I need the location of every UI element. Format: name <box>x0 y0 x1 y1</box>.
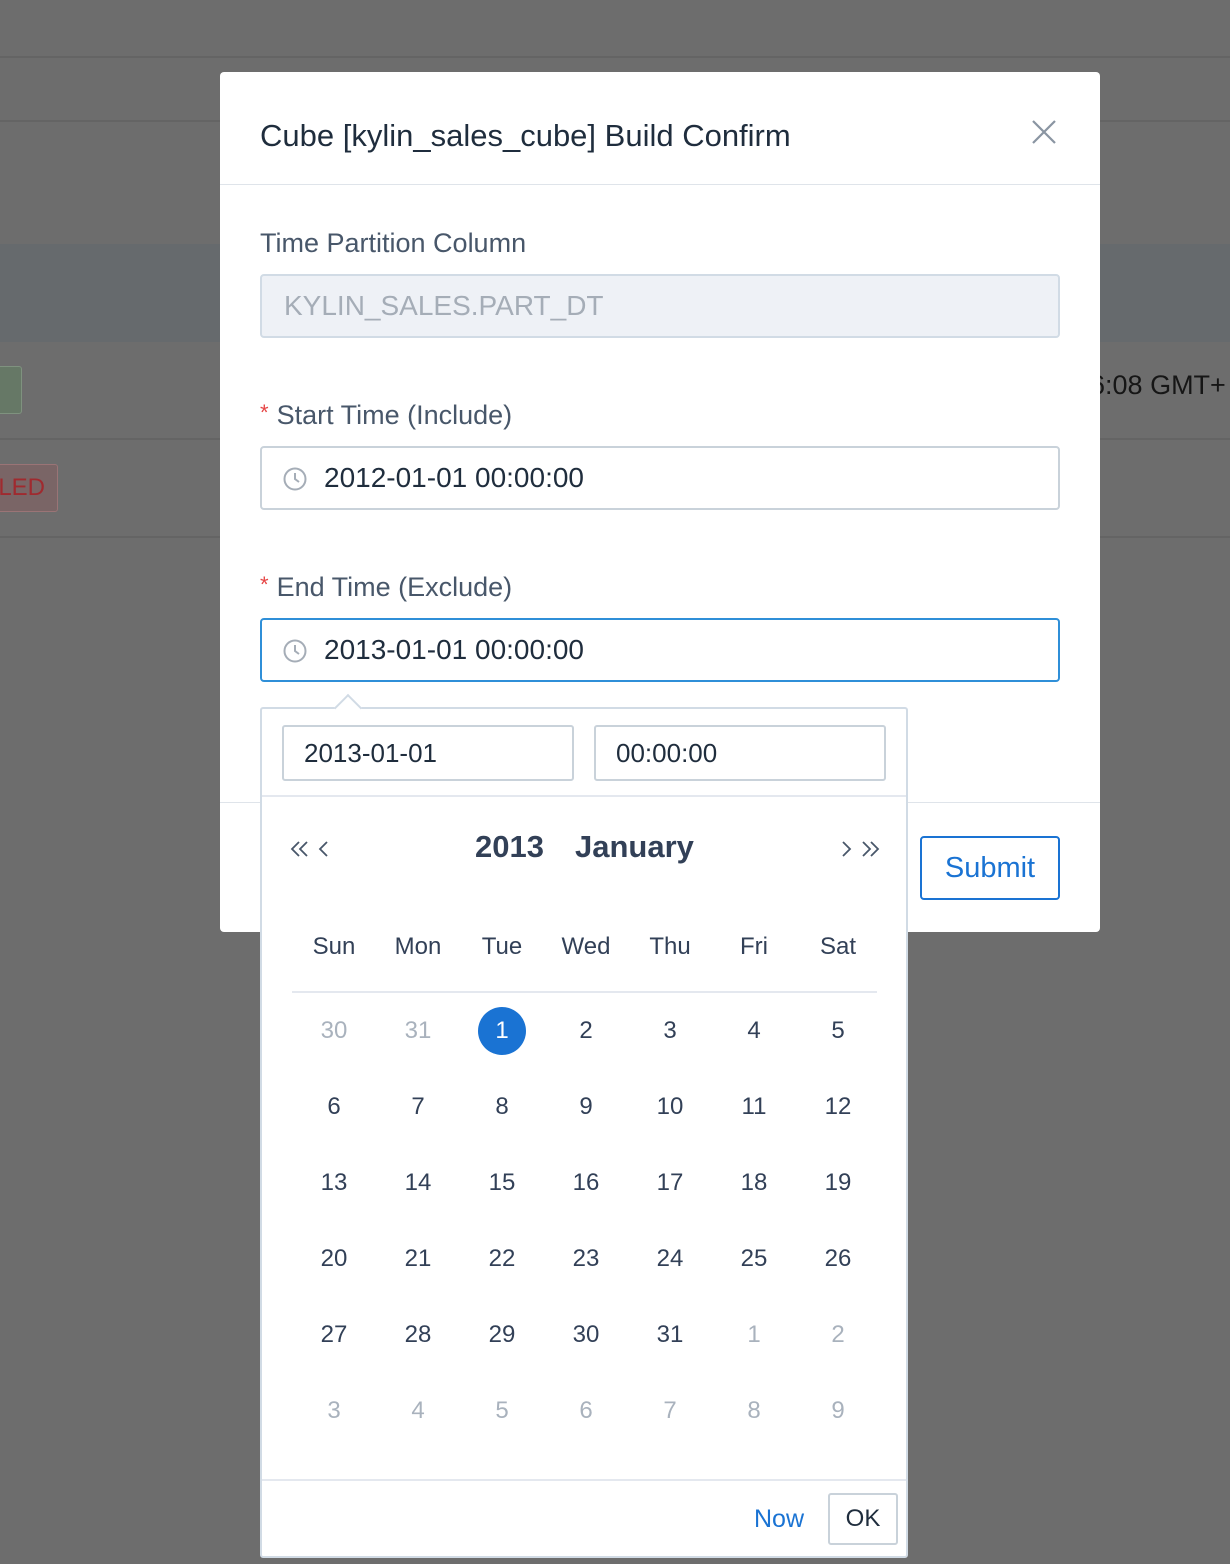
weekday-label: Sun <box>312 933 356 960</box>
day-cell[interactable]: 2 <box>796 1311 880 1359</box>
weekday-label: Fri <box>740 933 768 960</box>
clock-icon <box>283 639 307 663</box>
day-cell[interactable]: 22 <box>460 1235 544 1283</box>
close-icon[interactable] <box>1028 116 1060 148</box>
day-cell[interactable]: 30 <box>292 1007 376 1055</box>
day-cell[interactable]: 2 <box>544 1007 628 1055</box>
day-cell[interactable]: 4 <box>712 1007 796 1055</box>
ok-button[interactable]: OK <box>828 1493 898 1545</box>
background-status-tag <box>0 366 22 414</box>
start-time-field[interactable]: 2012-01-01 00:00:00 <box>260 446 1060 510</box>
day-cell[interactable]: 12 <box>796 1083 880 1131</box>
dialog-header: Cube [kylin_sales_cube] Build Confirm <box>220 72 1100 185</box>
clock-icon <box>283 467 307 491</box>
day-cell[interactable]: 9 <box>544 1083 628 1131</box>
weekday-label: Wed <box>561 933 611 960</box>
day-cell[interactable]: 5 <box>460 1387 544 1435</box>
day-cell[interactable]: 28 <box>376 1311 460 1359</box>
background-status-tag: LED <box>0 464 58 512</box>
day-cell[interactable]: 5 <box>796 1007 880 1055</box>
required-mark: * <box>260 572 269 597</box>
day-cell[interactable]: 31 <box>376 1007 460 1055</box>
day-cell[interactable]: 21 <box>376 1235 460 1283</box>
weekday-label: Sat <box>819 933 857 960</box>
double-chevron-right-icon[interactable] <box>858 837 882 861</box>
day-cell[interactable]: 6 <box>544 1387 628 1435</box>
end-time-value: 2013-01-01 00:00:00 <box>324 634 584 665</box>
selected-day-cell[interactable]: 1 <box>460 1007 544 1055</box>
day-cell[interactable]: 1 <box>712 1311 796 1359</box>
date-time-picker: 2013-01-01 00:00:00 2013 January Sun Mon T… <box>260 693 908 1558</box>
end-time-label: * End Time (Exclude) <box>260 572 513 602</box>
weekday-label: Thu <box>649 933 691 960</box>
day-cell[interactable]: 4 <box>376 1387 460 1435</box>
day-cell[interactable]: 7 <box>376 1083 460 1131</box>
day-cell[interactable]: 18 <box>712 1159 796 1207</box>
day-cell[interactable]: 13 <box>292 1159 376 1207</box>
day-cell[interactable]: 8 <box>460 1083 544 1131</box>
dialog-title: Cube [kylin_sales_cube] Build Confirm <box>260 118 791 153</box>
chevron-left-icon[interactable] <box>312 837 336 861</box>
day-cell[interactable]: 16 <box>544 1159 628 1207</box>
end-time-field[interactable]: 2013-01-01 00:00:00 <box>260 618 1060 682</box>
day-cell[interactable]: 20 <box>292 1235 376 1283</box>
picker-inputs: 2013-01-01 00:00:00 <box>262 709 906 797</box>
day-cell[interactable]: 15 <box>460 1159 544 1207</box>
day-cell[interactable]: 27 <box>292 1311 376 1359</box>
double-chevron-left-icon[interactable] <box>288 837 312 861</box>
partition-column-label: Time Partition Column <box>260 228 527 258</box>
day-cell[interactable]: 7 <box>628 1387 712 1435</box>
weekday-header: Sun Mon Tue Wed Thu Fri Sat <box>292 933 877 993</box>
picker-year[interactable]: 2013 <box>475 829 544 865</box>
start-time-value: 2012-01-01 00:00:00 <box>324 462 584 493</box>
day-cell[interactable]: 26 <box>796 1235 880 1283</box>
day-cell[interactable]: 24 <box>628 1235 712 1283</box>
background-time-text: 6:08 GMT+ <box>1090 370 1226 400</box>
day-cell[interactable]: 29 <box>460 1311 544 1359</box>
chevron-right-icon[interactable] <box>834 837 858 861</box>
day-cell[interactable]: 11 <box>712 1083 796 1131</box>
day-cell[interactable]: 8 <box>712 1387 796 1435</box>
weekday-label: Mon <box>394 933 442 960</box>
day-cell[interactable]: 17 <box>628 1159 712 1207</box>
picker-time-input[interactable]: 00:00:00 <box>594 725 886 781</box>
picker-date-input[interactable]: 2013-01-01 <box>282 725 574 781</box>
partition-column-value: KYLIN_SALES.PART_DT <box>284 290 604 321</box>
day-cell[interactable]: 25 <box>712 1235 796 1283</box>
day-cell[interactable]: 14 <box>376 1159 460 1207</box>
background-divider <box>0 56 1230 58</box>
picker-footer: Now OK <box>262 1479 906 1556</box>
day-cell[interactable]: 23 <box>544 1235 628 1283</box>
day-cell[interactable]: 19 <box>796 1159 880 1207</box>
day-cell[interactable]: 10 <box>628 1083 712 1131</box>
day-cell[interactable]: 9 <box>796 1387 880 1435</box>
day-cell[interactable]: 30 <box>544 1311 628 1359</box>
weekday-label: Tue <box>481 933 523 960</box>
start-time-label: * Start Time (Include) <box>260 400 513 430</box>
submit-button[interactable]: Submit <box>920 836 1060 900</box>
day-cell[interactable]: 31 <box>628 1311 712 1359</box>
partition-column-field: KYLIN_SALES.PART_DT <box>260 274 1060 338</box>
required-mark: * <box>260 400 269 425</box>
day-cell[interactable]: 3 <box>292 1387 376 1435</box>
day-cell[interactable]: 3 <box>628 1007 712 1055</box>
picker-month[interactable]: January <box>575 829 694 865</box>
day-cell[interactable]: 6 <box>292 1083 376 1131</box>
now-button[interactable]: Now <box>754 1505 804 1534</box>
